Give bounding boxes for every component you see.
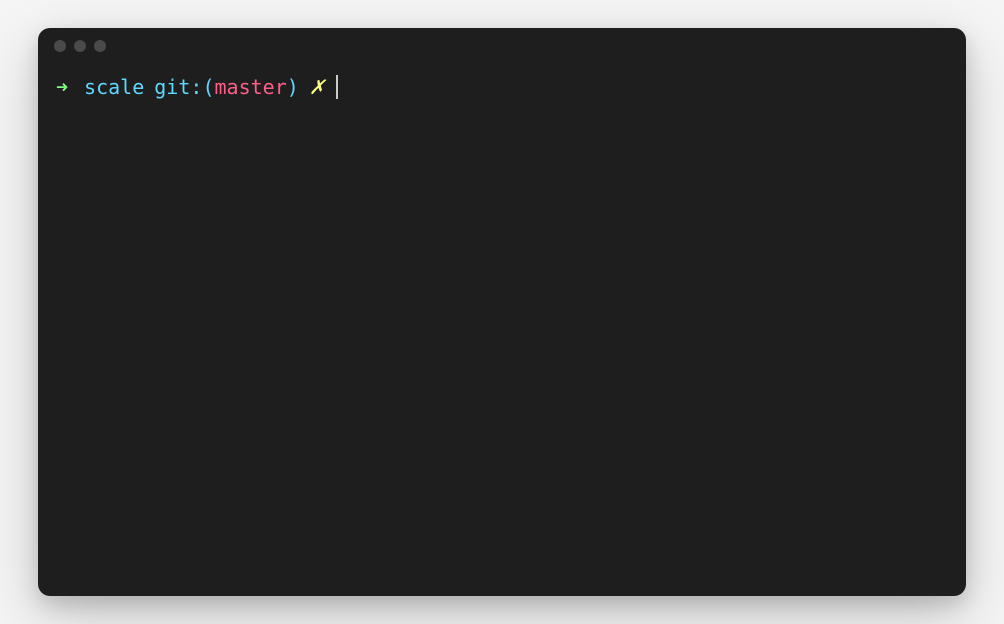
minimize-button[interactable] [74, 40, 86, 52]
terminal-window: ➜ scale git: ( master ) ✗ [38, 28, 966, 596]
current-directory: scale [84, 72, 144, 102]
prompt-arrow-icon: ➜ [56, 72, 68, 102]
git-paren-close: ) [287, 72, 299, 102]
git-paren-open: ( [202, 72, 214, 102]
git-branch: master [214, 72, 286, 102]
maximize-button[interactable] [94, 40, 106, 52]
git-label: git: [154, 72, 202, 102]
close-button[interactable] [54, 40, 66, 52]
text-cursor [336, 75, 338, 99]
prompt-line: ➜ scale git: ( master ) ✗ [56, 72, 948, 102]
git-dirty-icon: ✗ [309, 72, 326, 102]
terminal-body[interactable]: ➜ scale git: ( master ) ✗ [38, 64, 966, 596]
titlebar [38, 28, 966, 64]
